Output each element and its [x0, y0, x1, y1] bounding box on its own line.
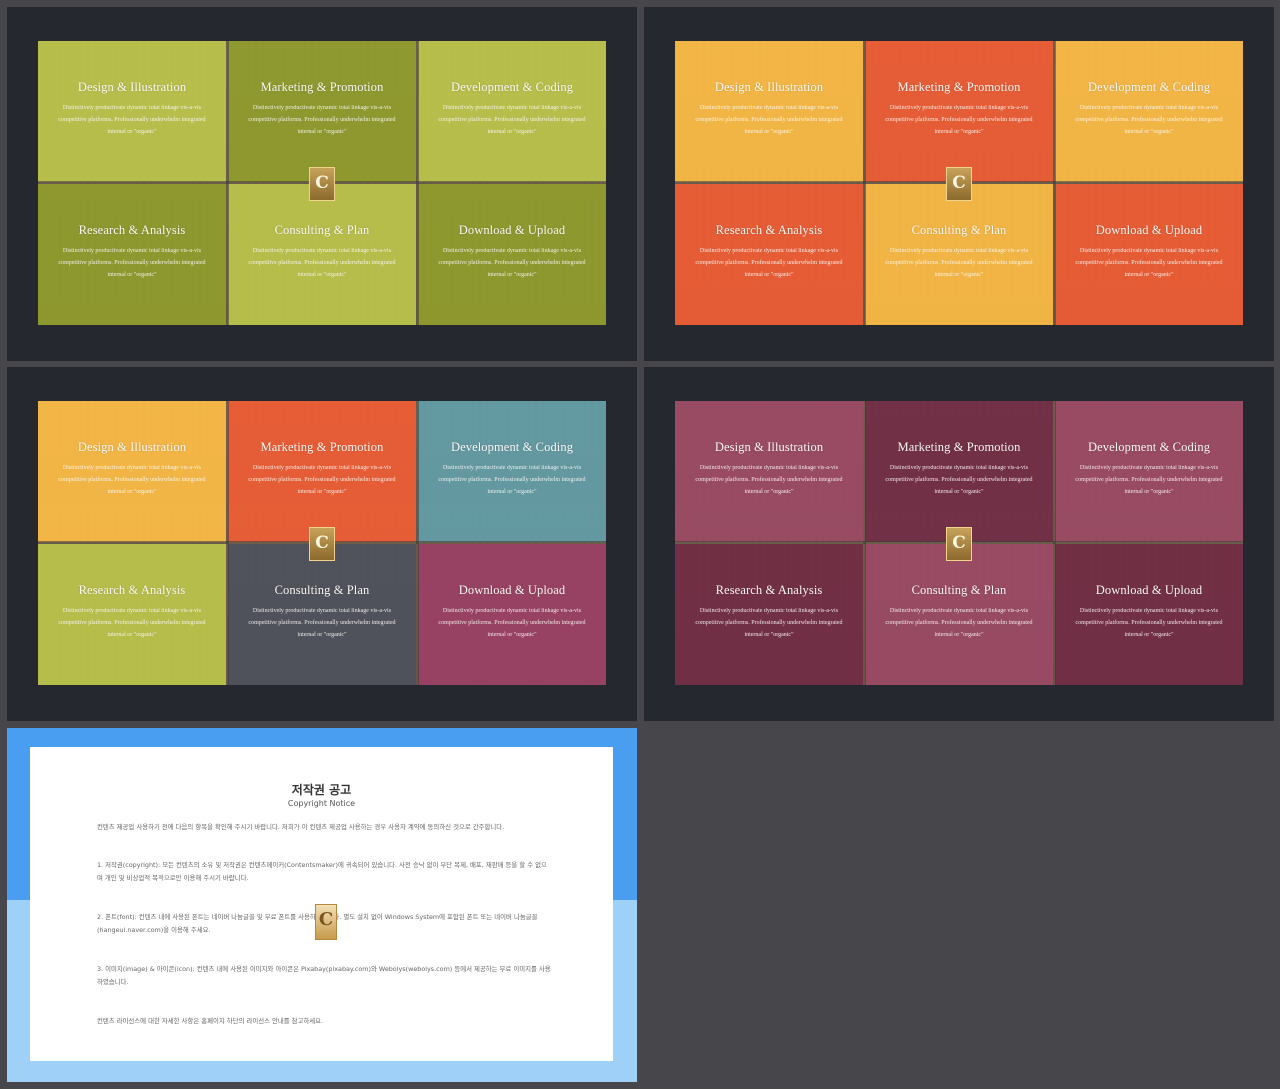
service-panel: Consulting & Plan Distinctively productiv…: [228, 184, 416, 325]
panel-title: Marketing & Promotion: [260, 440, 384, 454]
panel-title: Download & Upload: [458, 583, 566, 597]
panel-title: Design & Illustration: [77, 440, 187, 454]
panel-description: Distinctively productivate dynamic total…: [438, 608, 586, 638]
panel-title: Marketing & Promotion: [897, 440, 1021, 454]
panel-title: Development & Coding: [450, 440, 574, 454]
notice-paper: 저작권 공고 Copyright Notice 컨텐츠 제공업 사용하기 전에 다음…: [30, 747, 613, 1061]
slide-thumbnail[interactable]: Design & Illustration Distinctively produ…: [644, 367, 1274, 721]
panel-title: Consulting & Plan: [911, 223, 1007, 237]
panel-title: Design & Illustration: [714, 440, 824, 454]
panel-description: Distinctively productivate dynamic total…: [58, 465, 206, 495]
service-panel: Design & Illustration Distinctively produ…: [675, 41, 863, 182]
panel-description: Distinctively productivate dynamic total…: [438, 105, 586, 135]
panel-grid: Design & Illustration Distinctively produ…: [38, 401, 606, 685]
service-panel: Development & Coding Distinctively produc…: [1055, 401, 1243, 542]
panel-description: Distinctively productivate dynamic total…: [438, 248, 586, 278]
panel-title: Development & Coding: [1087, 440, 1211, 454]
logo-emblem-icon: C: [946, 167, 972, 201]
panel-description: Distinctively productivate dynamic total…: [695, 248, 843, 278]
service-panel: Development & Coding Distinctively produc…: [1055, 41, 1243, 182]
panel-title: Design & Illustration: [714, 80, 824, 94]
panel-title: Marketing & Promotion: [260, 80, 384, 94]
panel-title: Development & Coding: [450, 80, 574, 94]
panel-title: Consulting & Plan: [911, 583, 1007, 597]
panel-title: Download & Upload: [1095, 583, 1203, 597]
notice-paragraph: 컨텐츠 제공업 사용하기 전에 다음의 항목을 확인해 주시기 바랍니다. 저희…: [97, 823, 505, 831]
panel-title: Research & Analysis: [715, 223, 823, 237]
panel-description: Distinctively productivate dynamic total…: [1075, 608, 1223, 638]
panel-description: Distinctively productivate dynamic total…: [438, 465, 586, 495]
panel-description: Distinctively productivate dynamic total…: [885, 465, 1033, 495]
service-panel: Marketing & Promotion Distinctively produ…: [228, 401, 416, 542]
service-panel: Design & Illustration Distinctively produ…: [675, 401, 863, 542]
service-panel: Consulting & Plan Distinctively productiv…: [865, 184, 1053, 325]
panel-title: Development & Coding: [1087, 80, 1211, 94]
notice-subtitle: Copyright Notice: [287, 799, 356, 808]
panel-description: Distinctively productivate dynamic total…: [695, 105, 843, 135]
service-panel: Research & Analysis Distinctively product…: [675, 544, 863, 685]
panel-title: Consulting & Plan: [274, 583, 370, 597]
panel-description: Distinctively productivate dynamic total…: [1075, 105, 1223, 135]
panel-title: Download & Upload: [458, 223, 566, 237]
logo-emblem-icon: C: [309, 167, 335, 201]
panel-title: Download & Upload: [1095, 223, 1203, 237]
panel-description: Distinctively productivate dynamic total…: [58, 608, 206, 638]
slide-thumbnail[interactable]: Design & Illustration Distinctively produ…: [7, 7, 637, 361]
service-panel: Marketing & Promotion Distinctively produ…: [865, 41, 1053, 182]
service-panel: Research & Analysis Distinctively product…: [675, 184, 863, 325]
service-panel: Download & Upload Distinctively productiv…: [1055, 544, 1243, 685]
service-panel: Download & Upload Distinctively productiv…: [418, 184, 606, 325]
panel-description: Distinctively productivate dynamic total…: [248, 105, 396, 135]
panel-description: Distinctively productivate dynamic total…: [248, 465, 396, 495]
slide-thumbnail[interactable]: Design & Illustration Distinctively produ…: [7, 367, 637, 721]
panel-description: Distinctively productivate dynamic total…: [58, 248, 206, 278]
service-panel: Development & Coding Distinctively produc…: [418, 401, 606, 542]
service-panel: Research & Analysis Distinctively product…: [38, 544, 226, 685]
service-panel: Marketing & Promotion Distinctively produ…: [865, 401, 1053, 542]
service-panel: Consulting & Plan Distinctively productiv…: [865, 544, 1053, 685]
panel-title: Consulting & Plan: [274, 223, 370, 237]
notice-title: 저작권 공고: [291, 783, 352, 797]
panel-description: Distinctively productivate dynamic total…: [885, 105, 1033, 135]
notice-paragraph: 컨텐츠 라이선스에 대한 자세한 사항은 홈페이지 하단의 라이선스 안내를 참…: [97, 1017, 324, 1025]
panel-description: Distinctively productivate dynamic total…: [248, 608, 396, 638]
panel-description: Distinctively productivate dynamic total…: [248, 248, 396, 278]
panel-description: Distinctively productivate dynamic total…: [885, 248, 1033, 278]
notice-paragraph: 3. 이미지(image) & 아이콘(icon): 컨텐츠 내에 사용된 이미…: [97, 965, 551, 986]
panel-description: Distinctively productivate dynamic total…: [695, 465, 843, 495]
logo-emblem-icon: C: [315, 904, 337, 940]
slide-thumbnail[interactable]: Design & Illustration Distinctively produ…: [644, 7, 1274, 361]
panel-description: Distinctively productivate dynamic total…: [1075, 465, 1223, 495]
panel-description: Distinctively productivate dynamic total…: [1075, 248, 1223, 278]
panel-grid: Design & Illustration Distinctively produ…: [38, 41, 606, 325]
service-panel: Consulting & Plan Distinctively productiv…: [228, 544, 416, 685]
panel-title: Research & Analysis: [78, 223, 186, 237]
panel-grid: Design & Illustration Distinctively produ…: [675, 41, 1243, 325]
panel-grid: Design & Illustration Distinctively produ…: [675, 401, 1243, 685]
panel-title: Marketing & Promotion: [897, 80, 1021, 94]
panel-description: Distinctively productivate dynamic total…: [885, 608, 1033, 638]
panel-title: Design & Illustration: [77, 80, 187, 94]
logo-emblem-icon: C: [309, 527, 335, 561]
panel-description: Distinctively productivate dynamic total…: [58, 105, 206, 135]
service-panel: Marketing & Promotion Distinctively produ…: [228, 41, 416, 182]
panel-title: Research & Analysis: [715, 583, 823, 597]
service-panel: Download & Upload Distinctively productiv…: [1055, 184, 1243, 325]
service-panel: Research & Analysis Distinctively product…: [38, 184, 226, 325]
copyright-notice-slide[interactable]: 저작권 공고 Copyright Notice 컨텐츠 제공업 사용하기 전에 다음…: [7, 728, 637, 1082]
panel-description: Distinctively productivate dynamic total…: [695, 608, 843, 638]
notice-paragraph: 1. 저작권(copyright): 모든 컨텐츠의 소유 및 저작권은 컨텐츠…: [97, 861, 547, 882]
logo-emblem-icon: C: [946, 527, 972, 561]
service-panel: Design & Illustration Distinctively produ…: [38, 401, 226, 542]
service-panel: Development & Coding Distinctively produc…: [418, 41, 606, 182]
panel-title: Research & Analysis: [78, 583, 186, 597]
service-panel: Design & Illustration Distinctively produ…: [38, 41, 226, 182]
service-panel: Download & Upload Distinctively productiv…: [418, 544, 606, 685]
